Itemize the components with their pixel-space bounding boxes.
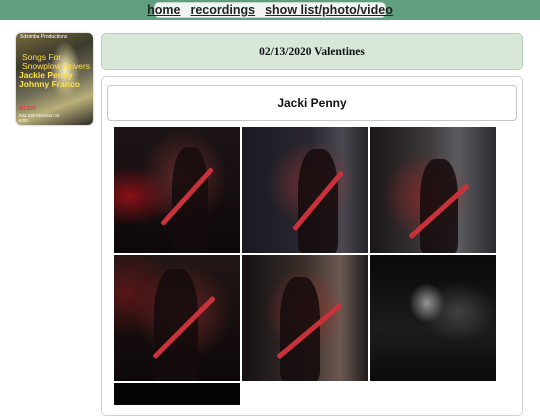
concert-photo-6[interactable] [370,255,496,381]
top-nav-bar: home recordings show list/photo/video [0,0,540,20]
event-poster-thumbnail[interactable]: Sdsimba Productions Songs For Snowplow D… [16,33,93,125]
poster-performers: Jackie Penny Johnny Franco [19,70,80,89]
poster-address: 532 SW Morrison St 8:00 [19,113,60,123]
nav-links: home recordings show list/photo/video [147,2,393,18]
poster-date: 2/13/20 [19,106,36,112]
nav-link-home[interactable]: home [147,3,180,17]
artist-title-box: Jacki Penny [107,85,517,121]
concert-photo-4[interactable] [114,255,240,381]
concert-photo-3[interactable] [370,127,496,253]
concert-photo-7[interactable] [114,383,240,405]
concert-photo-2[interactable] [242,127,368,253]
concert-photo-1[interactable] [114,127,240,253]
nav-link-recordings[interactable]: recordings [190,3,255,17]
poster-title: Songs For Snowplow Drivers [22,52,91,71]
show-title-box: 02/13/2020 Valentines [101,33,523,70]
poster-org: Sdsimba Productions [20,34,68,40]
show-title: 02/13/2020 Valentines [259,45,365,58]
nav-link-show-list[interactable]: show list/photo/video [265,3,393,17]
concert-photo-5[interactable] [242,255,368,381]
artist-name: Jacki Penny [277,96,347,110]
